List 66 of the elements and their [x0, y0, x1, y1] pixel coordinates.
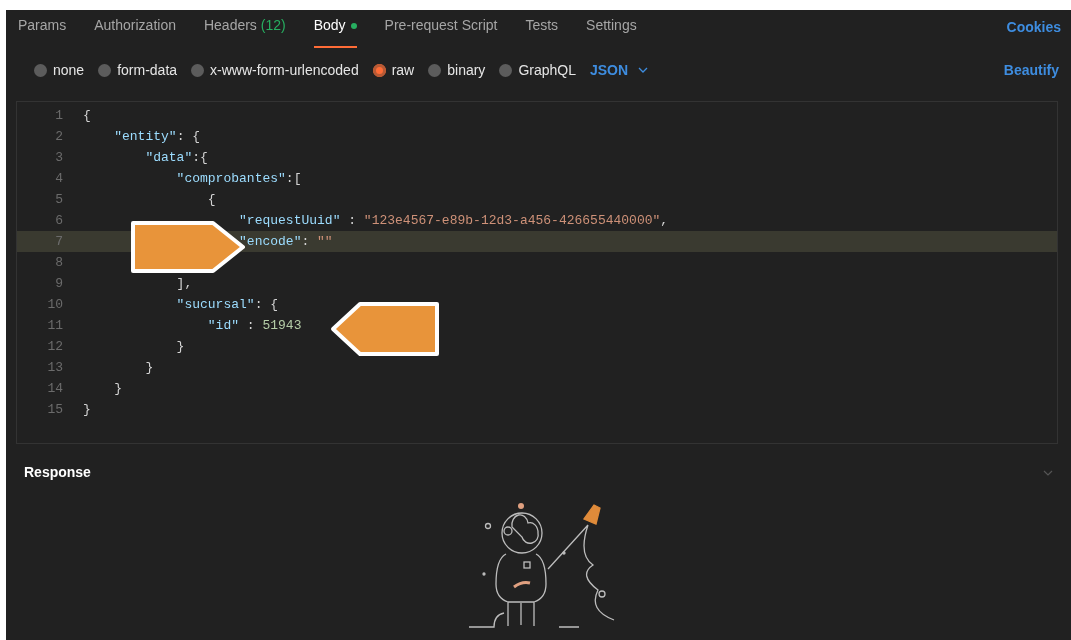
- radio-option[interactable]: raw: [372, 59, 415, 81]
- radio-option[interactable]: binary: [428, 59, 486, 81]
- tab[interactable]: Body: [313, 12, 357, 48]
- json-punctuation: :: [301, 232, 311, 251]
- json-key: "comprobantes": [83, 168, 286, 189]
- json-key: "encode": [83, 231, 302, 252]
- radio-icon[interactable]: [34, 63, 47, 77]
- tab[interactable]: Headers (12): [203, 12, 286, 48]
- tab[interactable]: Settings: [586, 12, 637, 48]
- radio-option[interactable]: form-data: [98, 59, 178, 81]
- json-punctuation: }: [113, 379, 122, 398]
- response-heading: Response: [24, 463, 91, 482]
- radio-icon[interactable]: [499, 63, 513, 77]
- radio-icon[interactable]: [191, 63, 205, 77]
- tab[interactable]: Authorization: [94, 12, 176, 48]
- json-punctuation: :[: [285, 169, 302, 188]
- radio-option[interactable]: none: [34, 59, 85, 81]
- json-punctuation: : {: [254, 295, 279, 314]
- json-key: "data": [83, 147, 193, 168]
- format-dropdown[interactable]: JSON: [589, 59, 649, 81]
- line-number: 8: [54, 253, 64, 272]
- chevron-down-icon: [638, 67, 649, 73]
- radio-option[interactable]: x-www-form-urlencoded: [191, 59, 359, 81]
- json-key: "id": [83, 315, 240, 336]
- line-number: 15: [46, 400, 64, 419]
- chevron-down-icon[interactable]: [1043, 469, 1053, 476]
- json-key: "entity": [83, 126, 177, 147]
- json-key: "sucursal": [83, 294, 255, 315]
- line-number: 6: [54, 211, 64, 230]
- line-number: 7: [54, 232, 64, 251]
- line-number: 5: [54, 190, 64, 209]
- line-number: 10: [46, 295, 64, 314]
- json-punctuation: : {: [176, 127, 201, 146]
- line-number: 3: [54, 148, 64, 167]
- json-key: "requestUuid": [83, 210, 341, 231]
- code-editor[interactable]: 1 { 2 "entity": { 3 "data":{ 4 "comprobantes":[ 5 { 6 "requestUuid" : "123e4567-e89b-12d3-a456-426655440000", 7 "encode": "" 8 9 ], 10 "sucursal": { 11 "id" : 51943 12 } 13 } 14 } 15 }: [16, 101, 1058, 444]
- json-punctuation: {: [83, 106, 91, 125]
- radio-icon[interactable]: [372, 63, 386, 77]
- json-punctuation: :: [245, 316, 256, 335]
- cookies-link[interactable]: Cookies: [1006, 16, 1061, 38]
- line-number: 1: [54, 106, 64, 125]
- line-number: 14: [46, 379, 64, 398]
- json-number: 51943: [262, 316, 302, 335]
- json-punctuation: :: [347, 211, 358, 230]
- json-punctuation: }: [83, 400, 91, 419]
- line-number: 2: [54, 127, 64, 146]
- line-number: 13: [46, 358, 64, 377]
- json-punctuation: }: [144, 358, 154, 377]
- line-number: 9: [54, 274, 64, 293]
- tab[interactable]: Pre-request Script: [384, 12, 498, 48]
- tab[interactable]: Tests: [525, 12, 559, 48]
- json-punctuation: :{: [192, 148, 208, 167]
- radio-icon[interactable]: [428, 63, 442, 77]
- radio-option[interactable]: GraphQL: [499, 59, 576, 81]
- radio-icon[interactable]: [98, 63, 112, 77]
- beautify-link[interactable]: Beautify: [1003, 59, 1059, 81]
- json-string: "": [317, 232, 333, 251]
- json-punctuation: ],: [175, 274, 193, 293]
- line-number: 11: [46, 316, 64, 335]
- json-punctuation: {: [206, 190, 216, 209]
- json-string: "123e4567-e89b-12d3-a456-426655440000": [363, 211, 661, 230]
- json-punctuation: ,: [660, 211, 669, 230]
- json-punctuation: }: [175, 337, 185, 356]
- line-number: 4: [54, 169, 64, 188]
- tab[interactable]: Params: [18, 12, 67, 48]
- line-number: 12: [46, 337, 64, 356]
